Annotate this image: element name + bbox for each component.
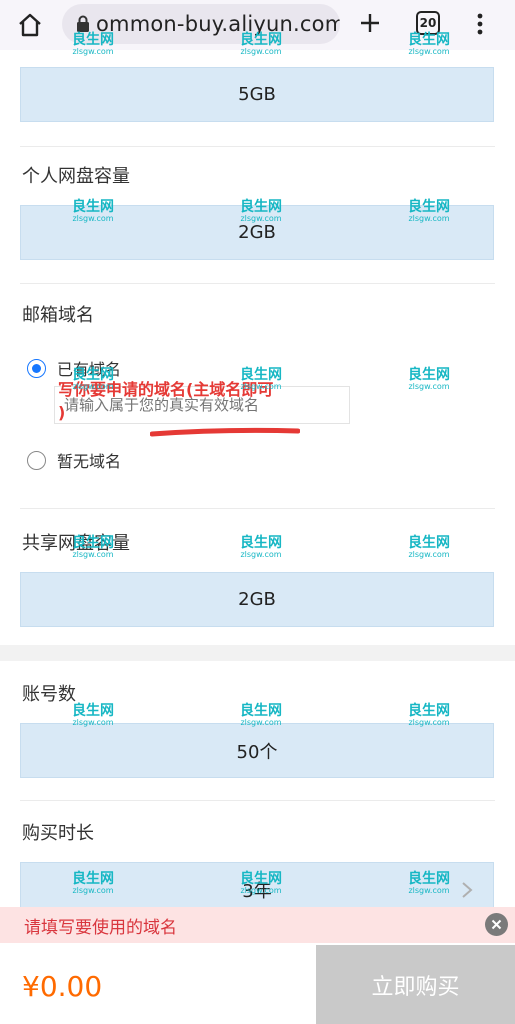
- error-toast: 请填写要使用的域名: [0, 907, 515, 943]
- toast-close-button[interactable]: [485, 913, 508, 936]
- total-price: ¥0.00: [22, 970, 103, 1003]
- checkout-footer: ¥0.00 立即购买: [0, 945, 515, 1024]
- overflow-menu-button[interactable]: [468, 8, 492, 40]
- divider: [20, 283, 495, 284]
- divider: [20, 146, 495, 147]
- toast-message: 请填写要使用的域名: [24, 917, 177, 938]
- radio-no-domain[interactable]: 暂无域名: [27, 448, 121, 472]
- home-button[interactable]: [6, 1, 54, 49]
- shared-disk-field[interactable]: 2GB: [20, 572, 494, 627]
- section-gap: [0, 645, 515, 661]
- address-bar[interactable]: ommon-buy.aliyun.com: [62, 4, 340, 44]
- more-vertical-icon: [477, 13, 483, 35]
- watermark: 良生网 zlsgw.com: [408, 535, 450, 559]
- storage-field[interactable]: 5GB: [20, 67, 494, 122]
- watermark: 良生网 zlsgw.com: [408, 367, 450, 391]
- shared-disk-label: 共享网盘容量: [22, 533, 130, 554]
- radio-unchecked-icon[interactable]: [27, 450, 46, 470]
- tab-switcher-button[interactable]: 20: [416, 11, 440, 35]
- personal-disk-field[interactable]: 2GB: [20, 205, 494, 260]
- duration-label: 购买时长: [22, 823, 94, 844]
- browser-toolbar: ommon-buy.aliyun.com 20: [0, 0, 515, 50]
- divider: [20, 508, 495, 509]
- divider: [20, 800, 495, 801]
- url-text: ommon-buy.aliyun.com: [96, 12, 340, 36]
- annotation-text: 写你要申请的域名(主域名即可: [58, 380, 274, 399]
- accounts-field[interactable]: 50个: [20, 723, 494, 778]
- lock-icon: [76, 13, 90, 35]
- annotation-underline: [150, 427, 300, 437]
- radio-checked-icon[interactable]: [27, 358, 46, 378]
- personal-disk-label: 个人网盘容量: [22, 166, 130, 187]
- close-icon: [491, 919, 502, 930]
- home-icon: [19, 13, 41, 37]
- chevron-right-icon: [462, 882, 473, 898]
- accounts-label: 账号数: [22, 684, 76, 705]
- buy-now-button[interactable]: 立即购买: [316, 945, 515, 1024]
- watermark: 良生网 zlsgw.com: [240, 535, 282, 559]
- plus-icon: [361, 14, 379, 32]
- radio-none-label: 暂无域名: [57, 452, 122, 471]
- new-tab-button[interactable]: [352, 5, 388, 41]
- mail-domain-label: 邮箱域名: [22, 305, 94, 326]
- annotation-text-cont: ): [58, 403, 66, 422]
